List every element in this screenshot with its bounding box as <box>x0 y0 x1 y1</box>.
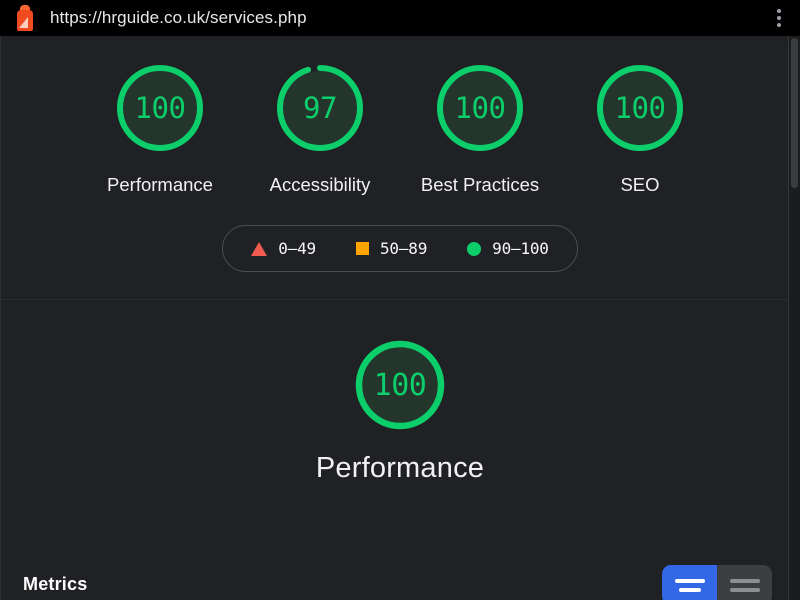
legend-label: 50–89 <box>379 239 428 258</box>
score-label: Performance <box>107 174 213 195</box>
score-item-best-practices[interactable]: 100 Best Practices <box>419 60 541 199</box>
square-average-icon <box>355 242 369 255</box>
circle-pass-icon <box>467 241 482 256</box>
gauge-accessibility: 97 <box>272 60 368 156</box>
gauge-performance: 100 <box>112 60 208 156</box>
score-item-seo[interactable]: 100 SEO <box>579 60 701 199</box>
legend-item-fail: 0–49 <box>251 239 316 258</box>
gauge-value: 100 <box>614 91 666 125</box>
score-legend: 0–49 50–89 90–100 <box>222 225 578 272</box>
metrics-header-row: Metrics <box>1 556 799 600</box>
vertical-scrollbar[interactable] <box>788 36 800 600</box>
gauge-value: 100 <box>134 91 186 125</box>
metrics-view-toggle[interactable] <box>662 565 772 600</box>
category-title: Performance <box>315 452 485 484</box>
toggle-option-table-view[interactable] <box>717 565 772 600</box>
score-item-performance[interactable]: 100 Performance <box>99 60 221 199</box>
score-gauges-row: 100 Performance 97 Accessibility 100 Bes… <box>1 36 799 199</box>
gauge-best-practices: 100 <box>432 60 528 156</box>
browser-url-bar: https://hrguide.co.uk/services.php <box>0 0 800 36</box>
toggle-option-list-view[interactable] <box>662 565 717 600</box>
score-item-accessibility[interactable]: 97 Accessibility <box>259 60 381 199</box>
gauge-value: 100 <box>454 91 506 125</box>
score-label: Accessibility <box>269 174 371 195</box>
gauge-seo: 100 <box>592 60 688 156</box>
lighthouse-report-screen: https://hrguide.co.uk/services.php 100 P… <box>0 0 800 600</box>
triangle-fail-icon <box>251 241 268 256</box>
score-legend-wrap: 0–49 50–89 90–100 <box>1 225 799 272</box>
category-section-performance: 100 Performance <box>1 300 799 485</box>
legend-item-pass: 90–100 <box>467 239 549 258</box>
legend-label: 90–100 <box>492 239 549 258</box>
url-text[interactable]: https://hrguide.co.uk/services.php <box>50 8 768 28</box>
metrics-heading: Metrics <box>23 574 88 594</box>
legend-item-average: 50–89 <box>355 239 428 258</box>
score-label: SEO <box>620 174 660 195</box>
report-body: 100 Performance 97 Accessibility 100 Bes… <box>0 36 800 600</box>
gauge-category-performance: 100 <box>351 336 449 434</box>
legend-label: 0–49 <box>278 239 316 258</box>
kebab-menu-icon[interactable] <box>768 4 790 32</box>
gauge-value: 97 <box>303 91 337 125</box>
lighthouse-icon <box>14 5 36 31</box>
score-label: Best Practices <box>420 174 540 195</box>
gauge-value: 100 <box>373 367 427 403</box>
scrollbar-thumb[interactable] <box>791 38 798 188</box>
